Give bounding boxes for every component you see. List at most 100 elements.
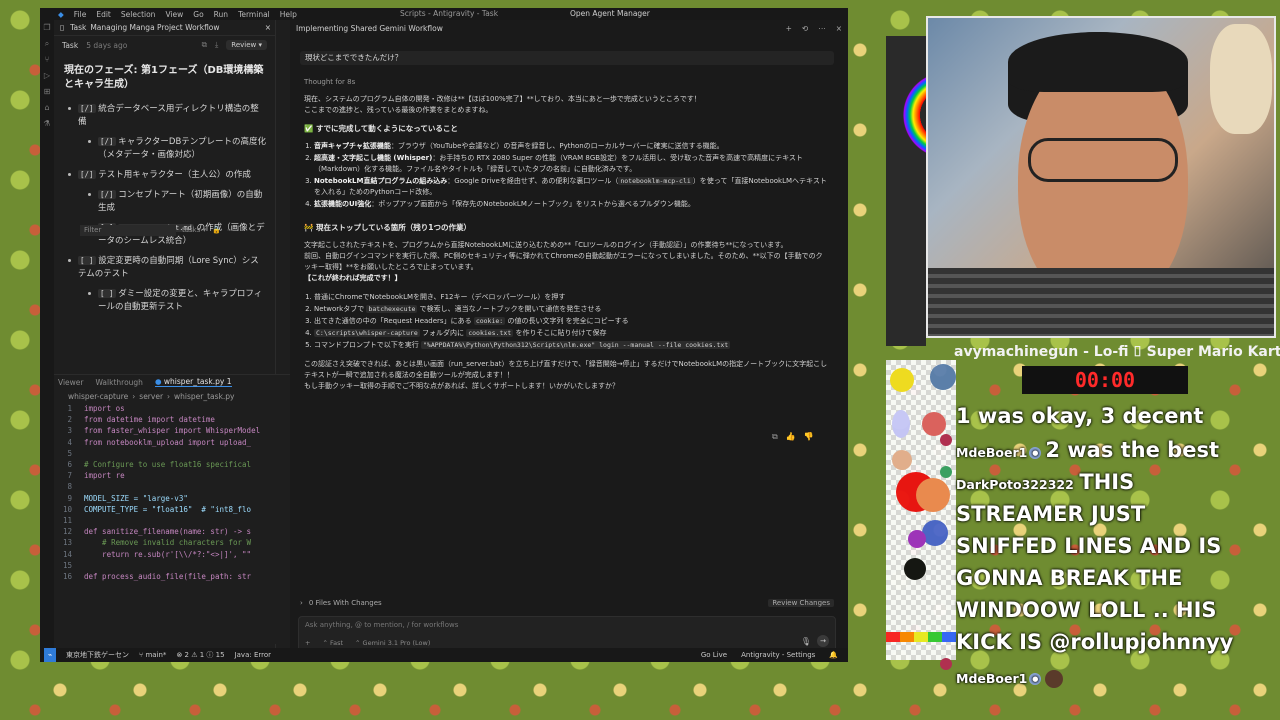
- code-line: 16 def process_audio_file(file_path: str: [54, 571, 290, 582]
- menu-file[interactable]: File: [74, 10, 87, 19]
- open-agent-manager-button[interactable]: Open Agent Manager: [570, 9, 650, 18]
- java-status[interactable]: Java: Error: [235, 651, 271, 659]
- menu-help[interactable]: Help: [280, 10, 297, 19]
- source-control-icon[interactable]: ⑂: [40, 52, 54, 68]
- menu-selection[interactable]: Selection: [121, 10, 156, 19]
- task-checkbox[interactable]: [/]: [78, 104, 96, 113]
- thumbs-down-icon[interactable]: 👎: [804, 432, 814, 442]
- menu-terminal[interactable]: Terminal: [238, 10, 270, 19]
- thought-toggle[interactable]: Thought for 8s: [304, 78, 355, 86]
- code-line: 7 import re: [54, 470, 290, 481]
- close-icon[interactable]: ×: [265, 23, 275, 32]
- sidebar-toggle-icon[interactable]: ▯: [60, 23, 64, 32]
- chat-input[interactable]: Ask anything, @ to mention, / for workfl…: [298, 616, 836, 652]
- tab-whisper-task[interactable]: ● whisper_task.py 1: [154, 377, 232, 387]
- add-icon[interactable]: +: [786, 24, 792, 33]
- review-changes-button[interactable]: Review Changes: [768, 599, 834, 607]
- filter-input[interactable]: Filter: [80, 224, 176, 236]
- code-line: 8: [54, 481, 290, 492]
- run-debug-icon[interactable]: ▷: [40, 68, 54, 84]
- remote-icon[interactable]: ⌁: [44, 648, 56, 662]
- line-number: 16: [62, 572, 72, 582]
- code-editor[interactable]: 1 import os 2 from datetime import datetime…: [54, 403, 290, 582]
- done-item: 拡張機能のUI強化：ポップアップ画面から「保存先のNotebookLMノートブッ…: [314, 199, 828, 210]
- bullet-icon: [68, 107, 71, 110]
- settings-link[interactable]: Antigravity - Settings: [741, 651, 815, 659]
- review-button[interactable]: Review ▾: [226, 40, 267, 50]
- line-number: 6: [67, 460, 72, 470]
- send-button[interactable]: →: [817, 635, 829, 647]
- menu-edit[interactable]: Edit: [96, 10, 111, 19]
- task-checkbox[interactable]: [ ]: [78, 256, 96, 265]
- task-item: [ ] 設定変更時の自動同期（Lore Sync）システムのテスト: [62, 254, 267, 281]
- chat-message: SNIFFED LINES AND IS: [956, 534, 1222, 558]
- filter-select[interactable]: tasks ▾: [182, 226, 206, 234]
- chat-message: MdeBoer1 ● 2 was the best: [956, 438, 1219, 462]
- status-bar: ⌁ 東京地下鉄ゲーセン ⑂ main* ⊗ 2 ⚠ 1 ⓘ 15 Java: E…: [40, 648, 848, 662]
- problems-count[interactable]: ⊗ 2 ⚠ 1 ⓘ 15: [176, 650, 224, 660]
- stream-chat: 00:00 1 was okay, 3 decent MdeBoer1 ● 2 wa…: [886, 360, 1280, 720]
- now-playing: avymachinegun - Lo-fi ⌷ Super Mario Kart: [954, 344, 1280, 360]
- code-line: 3 from faster_whisper import WhisperModel: [54, 425, 290, 436]
- extensions-icon[interactable]: ⊞: [40, 84, 54, 100]
- line-number: 15: [62, 560, 72, 570]
- model-select[interactable]: ⌃ Gemini 3.1 Pro (Low): [355, 639, 430, 647]
- ide-window: ◆ File Edit Selection View Go Run Termin…: [40, 8, 848, 662]
- activity-bar: ❐ ⌕ ⑂ ▷ ⊞ ⌂ ⚗: [40, 20, 54, 650]
- branch-name[interactable]: 東京地下鉄ゲーセン: [66, 650, 129, 660]
- task-item: [/] キャラクターDBテンプレートの高度化（メタデータ・画像対応）: [62, 135, 267, 162]
- remote-icon[interactable]: ⌂: [40, 100, 54, 116]
- agent-chat-panel: Implementing Shared Gemini Workflow + ⟲ …: [290, 20, 848, 652]
- message-actions: ⧉ 👍 👎: [772, 432, 814, 442]
- tab-walkthrough[interactable]: Walkthrough: [96, 378, 143, 387]
- git-branch[interactable]: ⑂ main*: [139, 651, 166, 659]
- search-icon[interactable]: ⌕: [40, 36, 54, 52]
- bullet-icon: [88, 292, 91, 295]
- mic-icon[interactable]: 🎙: [801, 637, 811, 646]
- copy-icon[interactable]: ⧉: [202, 40, 207, 50]
- step-item: 出てきた通信の中の「Request Headers」にある cookie: の値…: [314, 316, 828, 327]
- menu-view[interactable]: View: [165, 10, 183, 19]
- notification-icon[interactable]: 🔔: [829, 651, 838, 659]
- code-line: 9 MODEL_SIZE = "large-v3": [54, 493, 290, 504]
- steps-list: 普通にChromeでNotebookLMを開き、F12キー（デベロッパーツール）…: [304, 292, 828, 351]
- app-menu-icon[interactable]: ◆: [58, 10, 64, 19]
- editor-panel: Viewer Walkthrough ● whisper_task.py 1 w…: [54, 374, 290, 644]
- code-line: 6 # Configure to use float16 specifical: [54, 459, 290, 470]
- thumbs-up-icon[interactable]: 👍: [786, 432, 796, 442]
- chevron-right-icon[interactable]: ›: [300, 599, 303, 607]
- testing-icon[interactable]: ⚗: [40, 116, 54, 132]
- close-icon[interactable]: ×: [836, 24, 842, 33]
- color-palette: [886, 360, 956, 660]
- download-icon[interactable]: ⤓: [215, 40, 218, 50]
- streamer-hair-top: [1008, 32, 1188, 92]
- task-checkbox[interactable]: [/]: [98, 190, 116, 199]
- history-icon[interactable]: ⟲: [802, 24, 808, 33]
- task-checkbox[interactable]: [/]: [78, 170, 96, 179]
- tab-task[interactable]: Task Managing Manga Project Workflow: [70, 23, 219, 32]
- line-number: 1: [67, 404, 72, 413]
- chat-message: MdeBoer1 ●: [956, 668, 1064, 688]
- explorer-icon[interactable]: ❐: [40, 20, 54, 36]
- attach-button[interactable]: +: [305, 639, 310, 647]
- code-text: import re: [84, 471, 125, 481]
- menu-run[interactable]: Run: [214, 10, 228, 19]
- go-live-button[interactable]: Go Live: [701, 651, 727, 659]
- line-number: 11: [62, 516, 72, 526]
- done-item: 音声キャプチャ拡張機能：ブラウザ（YouTubeや会議など）の音声を録音し、Py…: [314, 141, 828, 152]
- lock-icon[interactable]: 🔒: [212, 226, 221, 234]
- line-number: 13: [62, 538, 72, 548]
- files-changed[interactable]: 0 Files With Changes: [309, 599, 382, 607]
- copy-icon[interactable]: ⧉: [772, 432, 778, 442]
- menu-go[interactable]: Go: [193, 10, 203, 19]
- task-checkbox[interactable]: [/]: [98, 137, 116, 146]
- task-text: 設定変更時の自動同期（Lore Sync）システムのテスト: [78, 256, 259, 279]
- more-icon[interactable]: ⋯: [818, 24, 826, 33]
- code-line: 4 from notebooklm_upload import upload_: [54, 437, 290, 448]
- tab-viewer[interactable]: Viewer: [58, 378, 84, 387]
- task-checkbox[interactable]: [ ]: [98, 289, 116, 298]
- more-icon[interactable]: ⋯: [227, 226, 234, 234]
- chat-message: KICK IS @rollupjohnnyy: [956, 630, 1234, 654]
- done-item: NotebookLM直結プログラムの組み込み：Google Driveを経由せず…: [314, 176, 828, 198]
- mode-select[interactable]: ⌃ Fast: [322, 639, 343, 647]
